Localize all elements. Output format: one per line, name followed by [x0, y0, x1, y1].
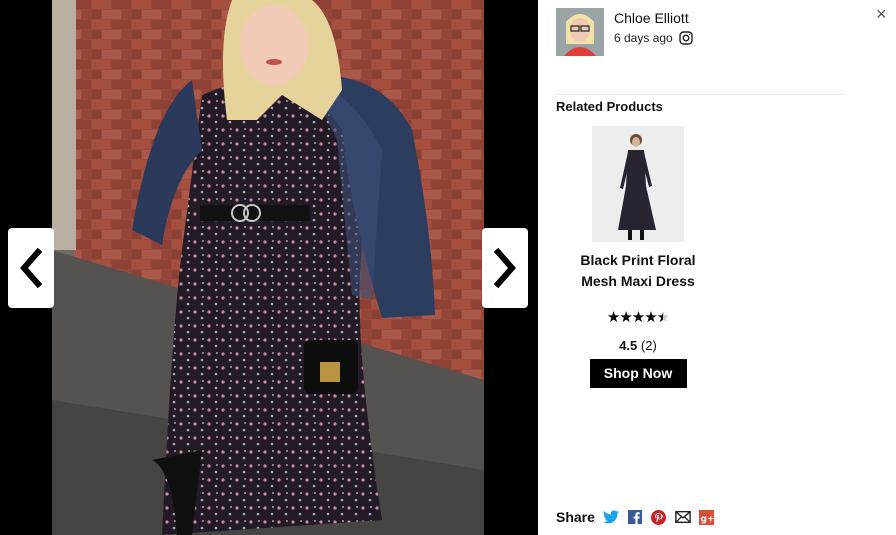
related-product-card: Black Print Floral Mesh Maxi Dress ★★★★★…	[568, 126, 708, 388]
instagram-icon[interactable]	[679, 31, 693, 45]
gallery-photo	[52, 0, 484, 535]
related-products-heading: Related Products	[556, 99, 663, 114]
chevron-left-icon	[20, 248, 43, 288]
author-block: Chloe Elliott 6 days ago	[556, 8, 693, 56]
review-count[interactable]: (2)	[641, 338, 657, 353]
author-name[interactable]: Chloe Elliott	[614, 10, 693, 26]
svg-text:g+: g+	[701, 514, 715, 524]
shop-now-button[interactable]: Shop Now	[589, 359, 687, 388]
google-plus-icon[interactable]: g+	[699, 509, 715, 525]
post-date: 6 days ago	[614, 31, 673, 45]
facebook-icon[interactable]	[627, 509, 643, 525]
previous-image-button[interactable]	[8, 228, 54, 308]
divider	[556, 94, 844, 95]
next-image-button[interactable]	[482, 228, 528, 308]
star-rating: ★★★★★ ★★★★★	[606, 309, 670, 326]
chevron-right-icon	[493, 248, 516, 288]
rating-summary: 4.5 (2)	[568, 338, 708, 353]
share-bar: Share g+	[556, 509, 723, 525]
avatar[interactable]	[556, 8, 604, 56]
product-thumbnail[interactable]	[592, 126, 684, 242]
photo-viewer	[0, 0, 538, 535]
rating-value: 4.5	[619, 338, 638, 353]
pinterest-icon[interactable]	[651, 509, 667, 525]
product-name[interactable]: Black Print Floral Mesh Maxi Dress	[568, 250, 708, 292]
details-panel: Chloe Elliott 6 days ago × Related Produ…	[538, 0, 896, 535]
share-label: Share	[556, 509, 595, 525]
email-icon[interactable]	[675, 509, 691, 525]
close-icon[interactable]: ×	[876, 5, 887, 23]
twitter-icon[interactable]	[602, 509, 619, 525]
